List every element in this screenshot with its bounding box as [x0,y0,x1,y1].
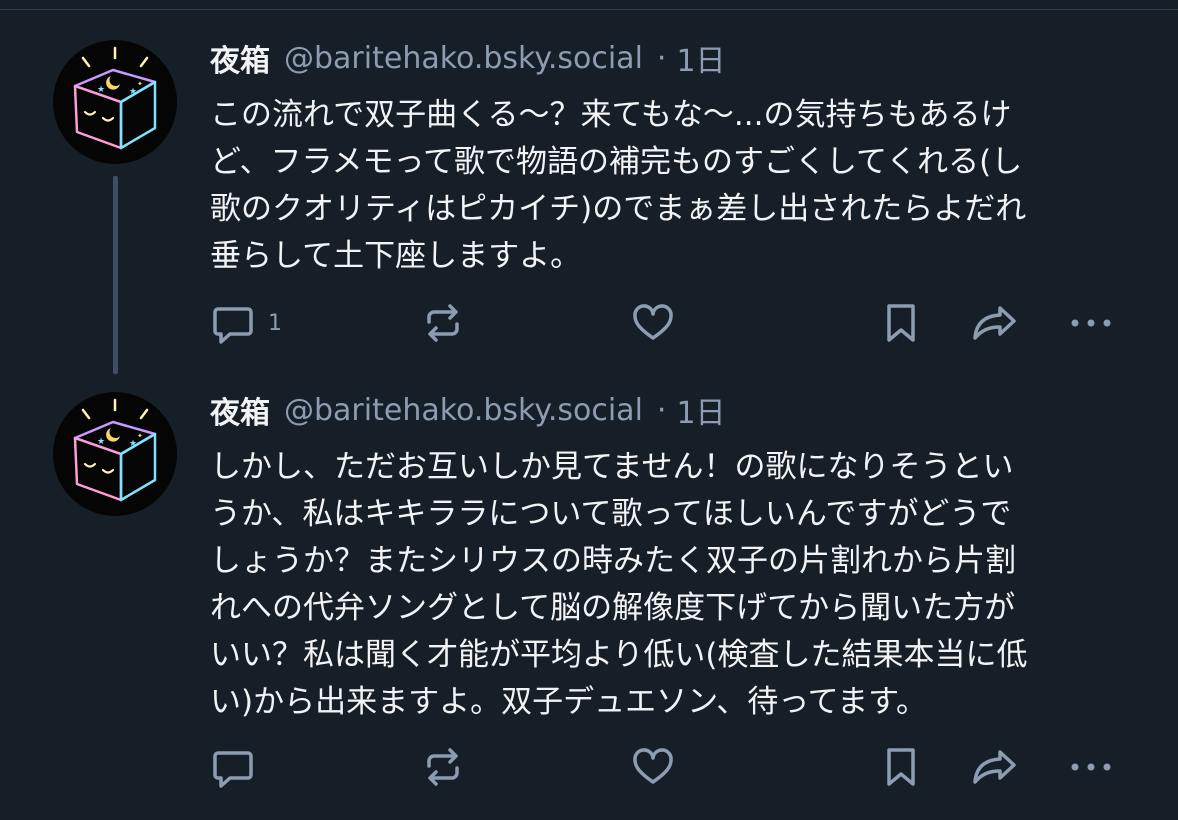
reply-button[interactable] [210,742,268,792]
share-icon [973,750,1016,784]
post-text-line: うか、私はキキララについて歌ってほしいんですがどうで [210,496,1012,532]
post-header: 夜箱 @baritehako.bsky.social · 1日 [210,388,726,432]
post-text: しかし、ただお互いしか見てません！の歌になりそうとい うか、私はキキララについて… [210,444,1027,726]
bookmark-button[interactable] [878,742,924,792]
svg-text:★: ★ [97,437,105,447]
display-name[interactable]: 夜箱 [210,388,270,432]
more-button[interactable] [1068,742,1114,792]
reply-icon [213,751,253,788]
post-text-line: しょうか？またシリウスの時みたく双子の片割れから片割 [210,543,1016,579]
svg-text:★: ★ [129,439,137,449]
repost-button[interactable] [420,742,466,792]
neon-box-icon: ★ ★ ✦ [73,398,157,502]
post-text-line: いい？私は聞く才能が平均より低い(検査した結果本当に低 [210,637,1028,673]
avatar[interactable]: ★ ★ ✦ [53,392,177,516]
post-text-line: い)から出来ますよ。双子デュエソン、待ってます。 [210,684,928,720]
more-icon [1071,763,1111,771]
post-text-line: れへの代弁ソングとして脳の解像度下げてから聞いた方が [210,590,1016,626]
like-icon [633,748,673,784]
separator-dot: · [656,392,667,428]
svg-text:✦: ✦ [137,432,143,440]
post-2[interactable]: ★ ★ ✦ 夜箱 @baritehako.bsky.social · 1日 しか… [0,0,1178,820]
handle[interactable]: @baritehako.bsky.social [284,393,643,428]
timestamp[interactable]: 1日 [676,388,725,432]
bookmark-icon [887,748,915,786]
like-button[interactable] [630,742,676,792]
share-button[interactable] [970,742,1020,792]
repost-icon [427,748,459,786]
post-actions [0,742,1178,792]
post-text-line: しかし、ただお互いしか見てません！の歌になりそうとい [210,449,1014,485]
